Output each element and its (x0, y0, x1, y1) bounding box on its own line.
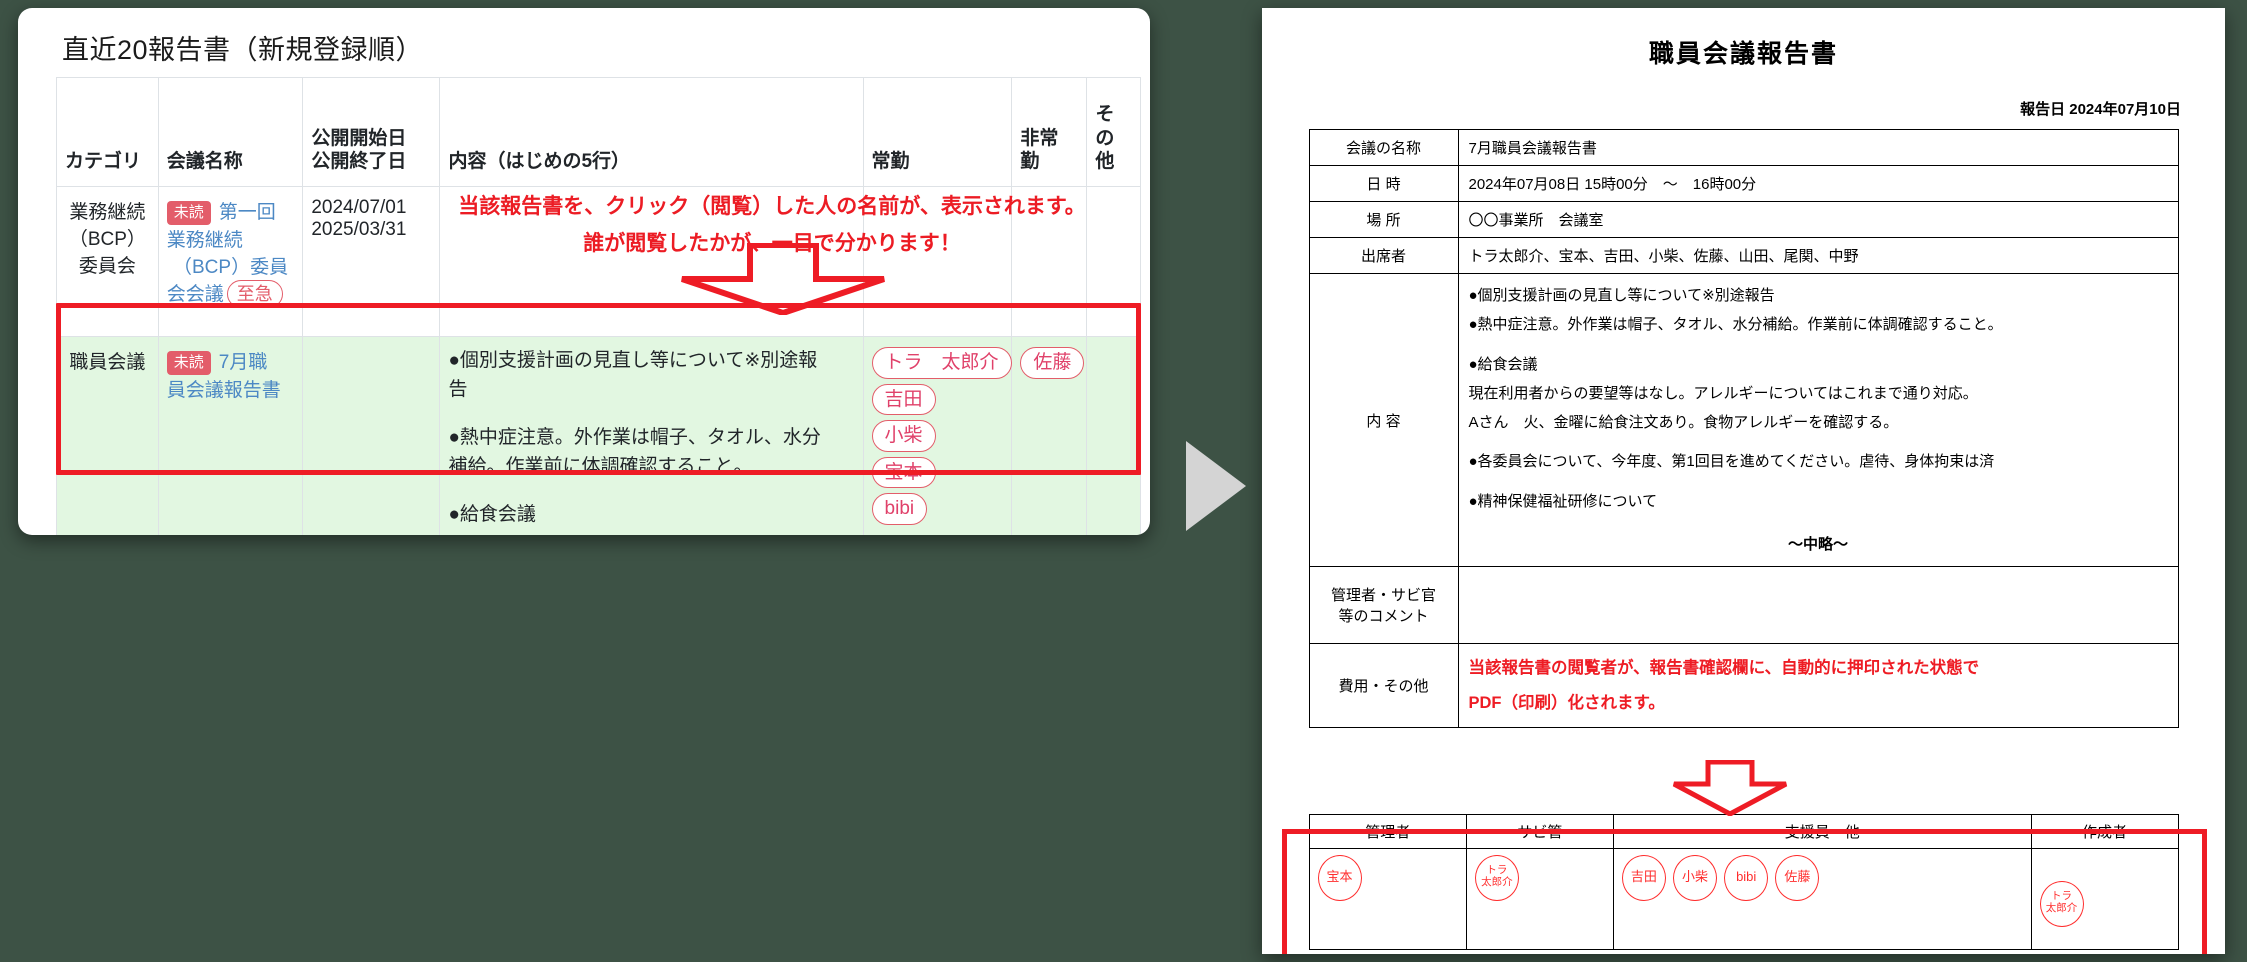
column-header-other[interactable]: そ の 他 (1086, 77, 1141, 187)
content-line: ●熱中症注意。外作業は帽子、タオル、水分補給。作業前に体調確認すること。 (1468, 316, 2003, 334)
field-label-comment: 管理者・サビ官 等のコメント (1308, 566, 1459, 644)
column-header-meeting-name[interactable]: 会議名称 (157, 77, 304, 187)
document-title: 職員会議報告書 (1648, 40, 1838, 68)
field-label: 費用・その他 (1308, 642, 1459, 729)
content-line: ●給食会議 (448, 504, 536, 525)
report-date-label: 報告日 (2020, 101, 2066, 118)
report-document-panel: 職員会議報告書 報告日 2024年07月10日 会議の名称 7月職員会議報告書 … (1262, 8, 2225, 954)
content-line: ●個別支援計画の見直し等について※別途報告 (1468, 287, 1775, 304)
other-label-line3: 他 (1095, 151, 1115, 173)
content-line: ●精神保健福祉研修について (1468, 492, 1658, 510)
content-line: ●各委員会について、今年度、第1回目を進めてください。虐待、身体拘束は済 (1468, 453, 1995, 471)
field-row-meeting-name: 会議の名称 7月職員会議報告書 (1308, 129, 2179, 166)
field-value: 2024年07月08日 15時00分 ～ 16時00分 (1457, 165, 2179, 202)
column-header-parttime[interactable]: 非常 勤 (1011, 77, 1088, 187)
publish-end-value: 2025/03/31 (311, 219, 407, 240)
column-header-category[interactable]: カテゴリ (56, 77, 159, 187)
down-arrow-icon (1672, 760, 1788, 816)
parttime-label-line2: 勤 (1020, 151, 1040, 173)
publish-start-label: 公開開始日 (311, 127, 407, 149)
other-label-line2: の (1095, 127, 1115, 149)
column-header-content[interactable]: 内容（はじめの5行） (439, 77, 864, 187)
meeting-name-link[interactable]: 業務継続 (167, 225, 295, 252)
field-label: 内 容 (1308, 273, 1459, 567)
table-header-row: カテゴリ 会議名称 公開開始日 公開終了日 内容（はじめの5行） 常勤 非常 勤… (56, 77, 1141, 187)
publish-start-value: 2024/07/01 (311, 197, 407, 218)
field-row-content: 内 容 ●個別支援計画の見直し等について※別途報告 ●熱中症注意。外作業は帽子、… (1308, 273, 2179, 567)
field-row-attendees: 出席者 トラ太郎介、宝本、吉田、小柴、佐藤、山田、尾関、中野 (1308, 237, 2179, 274)
field-value: 7月職員会議報告書 (1457, 129, 2179, 166)
field-value: 〇〇事業所 会議室 (1457, 201, 2179, 238)
category-line: 業務継続 (69, 202, 146, 223)
content-line: ●給食会議 (1468, 355, 1538, 373)
report-date-line: 報告日 2024年07月10日 (1262, 98, 2181, 119)
field-row-place: 場 所 〇〇事業所 会議室 (1308, 201, 2179, 238)
field-label: 出席者 (1308, 237, 1459, 274)
pdf-label: PDF (1468, 693, 1502, 712)
content-line: Aさん 火、金曜に給食注文あり。食物アレルギーを確認する。 (1468, 414, 1899, 431)
field-row-cost: 費用・その他 当該報告書の閲覧者が、報告書確認欄に、自動的に押印された状態で P… (1308, 642, 2179, 729)
other-label-line1: そ (1095, 103, 1115, 125)
comment-label-line1: 管理者・サビ官 (1330, 587, 1436, 604)
meeting-name-link[interactable]: 第一回 (219, 202, 276, 223)
report-list-panel: 直近20報告書（新規登録順） カテゴリ 会議名称 公開開始日 公開終了日 内容（… (18, 8, 1150, 535)
category-line: 委員会 (78, 256, 136, 277)
field-label: 日 時 (1308, 165, 1459, 202)
category-line: （BCP） (68, 229, 146, 250)
pdf-suffix: （印刷）化されます。 (1501, 693, 1665, 712)
parttime-label-line1: 非常 (1020, 127, 1059, 149)
report-list-title: 直近20報告書（新規登録順） (62, 35, 424, 65)
column-header-publish-dates[interactable]: 公開開始日 公開終了日 (302, 77, 441, 187)
viewer-name-chip: bibi (871, 493, 928, 525)
report-document: 職員会議報告書 報告日 2024年07月10日 会議の名称 7月職員会議報告書 … (1262, 34, 2225, 954)
comment-label-line2: 等のコメント (1338, 608, 1429, 625)
cost-annotation-line2: PDF（印刷）化されます。 (1469, 686, 2168, 721)
field-row-comment: 管理者・サビ官 等のコメント (1308, 566, 2179, 644)
omission-marker: ～中略～ (1787, 535, 1848, 553)
content-line: 現在利用者からの要望等はなし。アレルギーについてはこれまで通り対応。 (1468, 384, 1978, 402)
field-value: トラ太郎介、宝本、吉田、小柴、佐藤、山田、尾関、中野 (1457, 237, 2179, 274)
transition-arrow-icon (1186, 441, 1246, 531)
meeting-name-link[interactable]: （BCP）委員 (167, 252, 295, 279)
unread-badge: 未読 (166, 201, 211, 225)
cost-annotation-line1: 当該報告書の閲覧者が、報告書確認欄に、自動的に押印された状態で (1468, 659, 1980, 677)
stamp-table-highlight (1282, 829, 2207, 954)
publish-end-label: 公開終了日 (311, 151, 407, 173)
field-value-comment (1457, 566, 2179, 644)
field-row-datetime: 日 時 2024年07月08日 15時00分 ～ 16時00分 (1308, 165, 2179, 202)
row-selection-highlight (56, 303, 1141, 475)
field-label: 会議の名称 (1308, 129, 1459, 166)
meeting-name-link[interactable]: 会会議 (167, 284, 224, 305)
report-fields-table: 会議の名称 7月職員会議報告書 日 時 2024年07月08日 15時00分 ～… (1308, 129, 2179, 729)
field-label: 場 所 (1308, 201, 1459, 238)
screenshot-stage: 直近20報告書（新規登録順） カテゴリ 会議名称 公開開始日 公開終了日 内容（… (0, 0, 2247, 962)
field-value-content: ●個別支援計画の見直し等について※別途報告 ●熱中症注意。外作業は帽子、タオル、… (1457, 273, 2179, 567)
report-date-value: 2024年07月10日 (2069, 101, 2181, 118)
column-header-fulltime[interactable]: 常勤 (862, 77, 1013, 187)
cost-annotation: 当該報告書の閲覧者が、報告書確認欄に、自動的に押印された状態で PDF（印刷）化… (1457, 642, 2179, 729)
